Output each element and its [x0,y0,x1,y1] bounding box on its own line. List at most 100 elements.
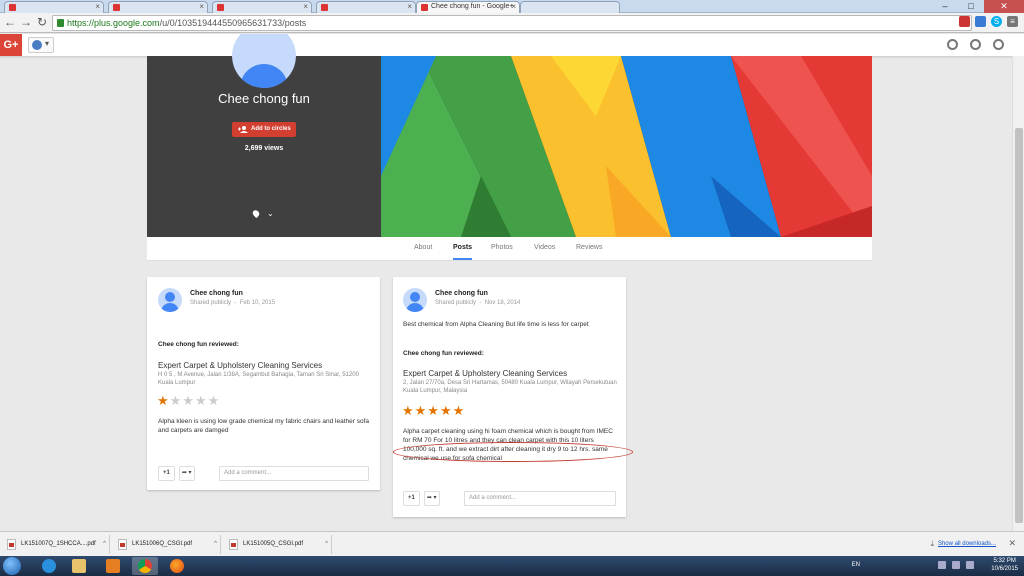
profile-info-panel: Chee chong fun Add to circles 2,699 view… [147,34,381,237]
tab-photos[interactable]: Photos [491,244,513,251]
chevron-up-icon[interactable]: ^ [325,535,328,554]
maximize-icon[interactable]: □ [958,0,984,13]
google-plus-favicon-icon [421,4,428,11]
location-toggle[interactable]: ⌄ [251,208,274,219]
download-item[interactable]: LK151005Q_CSGI.pdf ^ [225,535,332,554]
language-indicator[interactable]: EN [852,562,860,568]
lock-icon [57,19,64,27]
taskbar-firefox[interactable] [164,557,190,575]
annotation-ellipse [393,442,633,462]
chevron-down-icon: ▾ [45,39,50,48]
tab-about[interactable]: About [414,244,432,251]
chevron-up-icon[interactable]: ^ [103,535,106,554]
close-tab-icon[interactable]: × [407,2,412,11]
minimize-icon[interactable]: – [932,0,958,13]
business-name[interactable]: Expert Carpet & Upholstery Cleaning Serv… [403,369,567,378]
star-icon-filled: ★★★★★ [402,403,466,418]
profile-name: Chee chong fun [218,91,310,106]
profile-icon[interactable] [993,39,1004,50]
business-name[interactable]: Expert Carpet & Upholstery Cleaning Serv… [158,361,322,370]
post-author[interactable]: Chee chong fun [435,290,488,297]
post-intro-text: Best chemical from Alpha Cleaning But li… [403,321,589,328]
scrollbar-thumb[interactable] [1015,128,1023,523]
download-arrow-icon: ⤓ [930,539,934,548]
address-bar[interactable]: https://plus.google.com/u/0/103519444550… [52,15,972,31]
reviewed-label: Chee chong fun reviewed: [158,341,239,348]
browser-tab[interactable]: × [4,1,104,13]
skype-icon[interactable]: S [991,16,1002,27]
close-tab-icon[interactable]: × [303,2,308,11]
show-all-downloads-link[interactable]: Show all downloads... [938,541,996,547]
browser-tab-strip: × × × × Chee chong fun - Google+ × – □ ✕ [0,0,1024,14]
close-download-bar-icon[interactable]: ✕ [1008,538,1016,549]
taskbar-explorer[interactable] [66,557,92,575]
extension-icon[interactable] [975,16,986,27]
notifications-icon[interactable] [947,39,958,50]
plus-one-button[interactable]: +1 [403,491,420,506]
reviewed-label: Chee chong fun reviewed: [403,350,484,357]
tab-posts[interactable]: Posts [453,244,473,260]
extension-icons: S ≡ [959,16,1018,27]
share-icon[interactable] [970,39,981,50]
post-actions: +1 ➦ ▾ [158,466,195,481]
share-arrow-icon: ➦ [426,495,432,501]
taskbar-chrome[interactable] [132,557,158,575]
forward-icon[interactable]: → [19,15,33,30]
clock[interactable]: 5:32 PM 10/6/2015 [991,557,1018,573]
material-stripes-image [381,56,872,237]
system-tray [938,561,974,569]
comment-input[interactable]: Add a comment... [219,466,369,481]
favicon-icon [217,4,224,11]
menu-icon[interactable]: ≡ [1007,16,1018,27]
add-to-circles-button[interactable]: Add to circles [232,122,296,137]
close-tab-icon[interactable]: × [199,2,204,11]
close-tab-icon[interactable]: × [511,2,516,11]
network-icon[interactable] [952,561,960,569]
chevron-up-icon[interactable]: ^ [214,535,217,554]
profile-views: 2,699 views [244,145,284,152]
comment-input[interactable]: Add a comment... [464,491,616,506]
plus-one-button[interactable]: +1 [158,466,175,481]
taskbar-media[interactable] [100,557,126,575]
favicon-icon [9,4,16,11]
browser-tab[interactable]: × [316,1,416,13]
account-switcher[interactable]: ▾ [28,37,54,53]
taskbar-ie[interactable] [36,557,62,575]
volume-icon[interactable] [966,561,974,569]
gplus-logo[interactable]: G+ [0,34,22,56]
star-icon-filled: ★ [157,393,170,408]
back-icon[interactable]: ← [3,15,17,30]
business-address: H 0 5 , M Avenue, Jalan 1/38A, Segambut … [158,372,359,386]
avatar[interactable] [158,288,182,312]
close-window-icon[interactable]: ✕ [984,0,1024,13]
tray-arrow-icon[interactable] [938,561,946,569]
windows-taskbar: EN 5:32 PM 10/6/2015 [0,556,1024,576]
share-button[interactable]: ➦ ▾ [178,466,195,481]
share-arrow-icon: ➦ [181,470,187,476]
review-text: Alpha kleen is using low grade chemical … [158,418,369,434]
extension-pdf-icon[interactable] [959,16,970,27]
gplus-top-actions [947,39,1004,50]
browser-tab[interactable]: × [108,1,208,13]
post-meta: Shared publicly - Nov 18, 2014 [435,300,521,306]
account-icon [32,40,42,50]
chrome-icon [138,559,152,573]
tab-videos[interactable]: Videos [534,244,555,251]
browser-tab[interactable] [520,1,620,13]
start-button[interactable] [3,557,21,575]
close-tab-icon[interactable]: × [95,2,100,11]
download-item[interactable]: LK151006Q_CSGI.pdf ^ [114,535,221,554]
reload-icon[interactable]: ↻ [35,15,49,30]
profile-tabs: About Posts Photos Videos Reviews [147,237,872,261]
browser-toolbar: ← → ↻ https://plus.google.com/u/0/103519… [0,13,1024,33]
tab-reviews[interactable]: Reviews [576,244,602,251]
business-address: 2, Jalan 27/70a, Desa Sri Hartamas, 5048… [403,380,617,394]
page-scrollbar[interactable] [1012,56,1024,531]
post-author[interactable]: Chee chong fun [190,290,243,297]
browser-tab[interactable]: × [212,1,312,13]
avatar[interactable] [403,288,427,312]
share-button[interactable]: ➦ ▾ [423,491,440,506]
download-item[interactable]: LK151007Q_1SHCCA....pdf ^ [3,535,110,554]
folder-icon [72,559,86,573]
pdf-file-icon [7,539,16,550]
